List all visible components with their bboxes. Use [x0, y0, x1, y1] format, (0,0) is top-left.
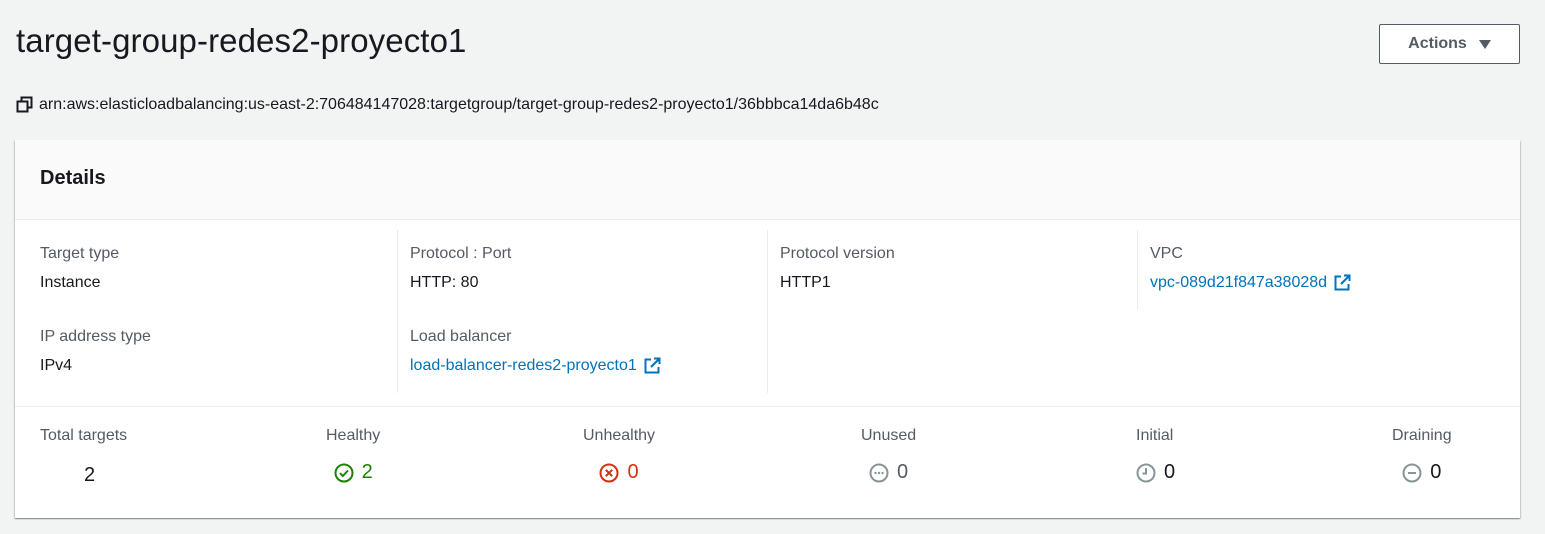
field-value: HTTP1 — [780, 274, 831, 291]
stat-value: 2 — [84, 464, 96, 486]
external-link-icon — [1333, 274, 1351, 292]
column-divider — [1137, 230, 1138, 310]
actions-button[interactable]: Actions — [1379, 24, 1520, 64]
stat-value: 2 — [361, 461, 373, 483]
field-load-balancer: Load balancer load-balancer-redes2-proye… — [410, 328, 661, 375]
load-balancer-link[interactable]: load-balancer-redes2-proyecto1 — [410, 357, 661, 375]
stat-label: Draining — [1392, 427, 1452, 444]
details-panel: Details Target type Instance Protocol : … — [15, 140, 1520, 518]
stat-label: Unused — [861, 427, 917, 444]
copy-icon[interactable] — [16, 96, 34, 114]
field-value: IPv4 — [40, 357, 73, 374]
actions-button-label: Actions — [1408, 35, 1467, 52]
field-value: Instance — [40, 274, 101, 291]
vpc-link[interactable]: vpc-089d21f847a38028d — [1150, 274, 1351, 292]
x-circle-icon — [599, 463, 619, 483]
vpc-link-text: vpc-089d21f847a38028d — [1150, 274, 1328, 291]
field-vpc: VPC vpc-089d21f847a38028d — [1150, 245, 1351, 292]
page-title: target-group-redes2-proyecto1 — [16, 22, 467, 59]
ellipsis-circle-icon — [869, 463, 889, 483]
minus-circle-icon — [1402, 463, 1422, 483]
stat-unused[interactable]: Unused 0 — [861, 427, 916, 484]
field-label: VPC — [1150, 245, 1183, 262]
stat-label: Initial — [1136, 427, 1174, 444]
column-divider — [397, 230, 398, 393]
stat-label: Healthy — [326, 427, 381, 444]
stat-value: 0 — [1164, 461, 1176, 483]
field-value: HTTP: 80 — [410, 274, 479, 291]
external-link-icon — [643, 357, 661, 375]
field-ip-address-type: IP address type IPv4 — [40, 328, 151, 375]
stat-label: Unhealthy — [583, 427, 656, 444]
section-divider — [15, 406, 1520, 407]
check-circle-icon — [334, 463, 354, 483]
caret-down-icon — [1478, 39, 1491, 49]
column-divider — [767, 230, 768, 393]
stat-total-targets: Total targets 2 — [40, 427, 127, 487]
stat-initial[interactable]: Initial 0 — [1136, 427, 1175, 484]
details-panel-header: Details — [15, 140, 1520, 220]
field-label: Target type — [40, 245, 120, 262]
details-title: Details — [40, 167, 106, 189]
stat-unhealthy[interactable]: Unhealthy 0 — [583, 427, 655, 484]
stat-value: 0 — [897, 461, 909, 483]
stat-draining[interactable]: Draining 0 — [1392, 427, 1452, 484]
field-label: Protocol version — [780, 245, 895, 262]
stat-healthy[interactable]: Healthy 2 — [326, 427, 380, 484]
field-label: Protocol : Port — [410, 245, 512, 262]
stat-label: Total targets — [40, 427, 128, 444]
field-protocol-version: Protocol version HTTP1 — [780, 245, 895, 292]
load-balancer-link-text: load-balancer-redes2-proyecto1 — [410, 357, 637, 374]
arn-text: arn:aws:elasticloadbalancing:us-east-2:7… — [39, 96, 879, 113]
stat-value: 0 — [627, 461, 639, 483]
arn-row: arn:aws:elasticloadbalancing:us-east-2:7… — [16, 95, 879, 115]
clock-icon — [1136, 463, 1156, 483]
field-label: Load balancer — [410, 328, 512, 345]
field-protocol-port: Protocol : Port HTTP: 80 — [410, 245, 511, 292]
stat-value: 0 — [1430, 461, 1442, 483]
field-label: IP address type — [40, 328, 151, 345]
field-target-type: Target type Instance — [40, 245, 119, 292]
